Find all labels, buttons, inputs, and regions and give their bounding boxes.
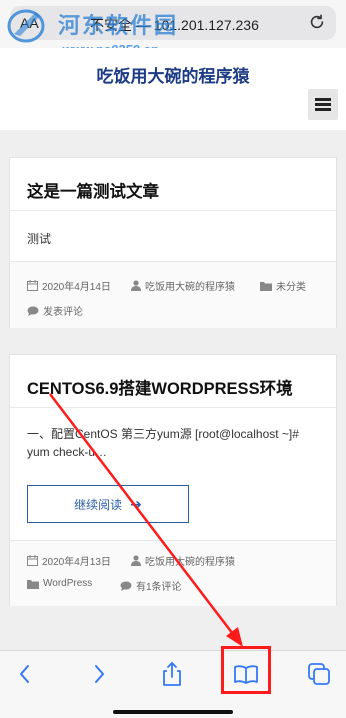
user-icon <box>131 280 141 291</box>
hamburger-icon <box>315 98 331 101</box>
post-date-text: 2020年4月13日 <box>42 557 111 568</box>
divider <box>10 210 336 211</box>
site-header: 吃饭用大碗的程序猿 <box>0 48 346 130</box>
menu-button[interactable] <box>308 89 338 120</box>
hamburger-icon-bar <box>315 108 331 111</box>
chevron-right-icon[interactable] <box>84 659 114 689</box>
comment-icon <box>120 581 132 591</box>
post-card: CENTOS6.9搭建WORDPRESS环境 一、配置CentOS 第三方yum… <box>9 354 337 606</box>
browser-toolbar <box>0 650 346 718</box>
watermark-logo-icon <box>7 9 45 43</box>
share-icon[interactable] <box>157 659 187 689</box>
post-meta: 2020年4月13日 吃饭用大碗的程序猿 WordPress 有1条评论 <box>10 541 336 606</box>
tabs-icon[interactable] <box>304 659 334 689</box>
calendar-icon <box>27 280 38 291</box>
post-meta: 2020年4月14日 吃饭用大碗的程序猿 未分类 发表评论 <box>10 262 336 328</box>
hamburger-icon-bar <box>315 103 331 106</box>
folder-icon <box>260 281 272 291</box>
user-icon <box>131 555 141 566</box>
folder-icon <box>27 579 39 589</box>
post-category-text: 未分类 <box>276 282 306 293</box>
post-category[interactable]: WordPress <box>27 578 92 589</box>
comment-icon <box>27 306 39 316</box>
post-date[interactable]: 2020年4月14日 <box>27 278 111 293</box>
chevron-left-icon[interactable] <box>10 659 40 689</box>
post-title[interactable]: CENTOS6.9搭建WORDPRESS环境 <box>27 375 293 399</box>
post-category[interactable]: 未分类 <box>260 278 306 293</box>
reload-icon[interactable] <box>308 13 326 31</box>
divider <box>10 407 336 408</box>
post-comments-text: 有1条评论 <box>136 582 182 593</box>
post-date[interactable]: 2020年4月13日 <box>27 553 111 568</box>
post-author-text: 吃饭用大碗的程序猿 <box>145 282 235 293</box>
post-excerpt: 一、配置CentOS 第三方yum源 [root@localhost ~]# y… <box>27 427 299 459</box>
post-author-text: 吃饭用大碗的程序猿 <box>145 557 235 568</box>
home-indicator <box>113 710 233 714</box>
watermark-title: 河东软件园 <box>58 13 179 39</box>
post-comments[interactable]: 发表评论 <box>27 303 83 318</box>
post-date-text: 2020年4月14日 <box>42 282 111 293</box>
post-excerpt: 测试 <box>27 232 52 246</box>
read-more-button[interactable]: 继续阅读 ➔ <box>27 485 189 523</box>
calendar-icon <box>27 555 38 566</box>
post-category-text: WordPress <box>43 578 93 589</box>
annotation-highlight-box <box>221 646 271 694</box>
post-comments[interactable]: 有1条评论 <box>120 578 182 593</box>
post-author[interactable]: 吃饭用大碗的程序猿 <box>131 553 235 568</box>
read-more-label: 继续阅读 <box>74 497 123 512</box>
post-title[interactable]: 这是一篇测试文章 <box>27 178 159 202</box>
post-card: 这是一篇测试文章 测试 2020年4月14日 吃饭用大碗的程序猿 未分类 发表评… <box>9 157 337 328</box>
arrow-right-icon: ➔ <box>130 495 142 512</box>
post-author[interactable]: 吃饭用大碗的程序猿 <box>131 278 235 293</box>
site-title[interactable]: 吃饭用大碗的程序猿 <box>0 62 346 87</box>
post-comments-text: 发表评论 <box>43 307 83 318</box>
